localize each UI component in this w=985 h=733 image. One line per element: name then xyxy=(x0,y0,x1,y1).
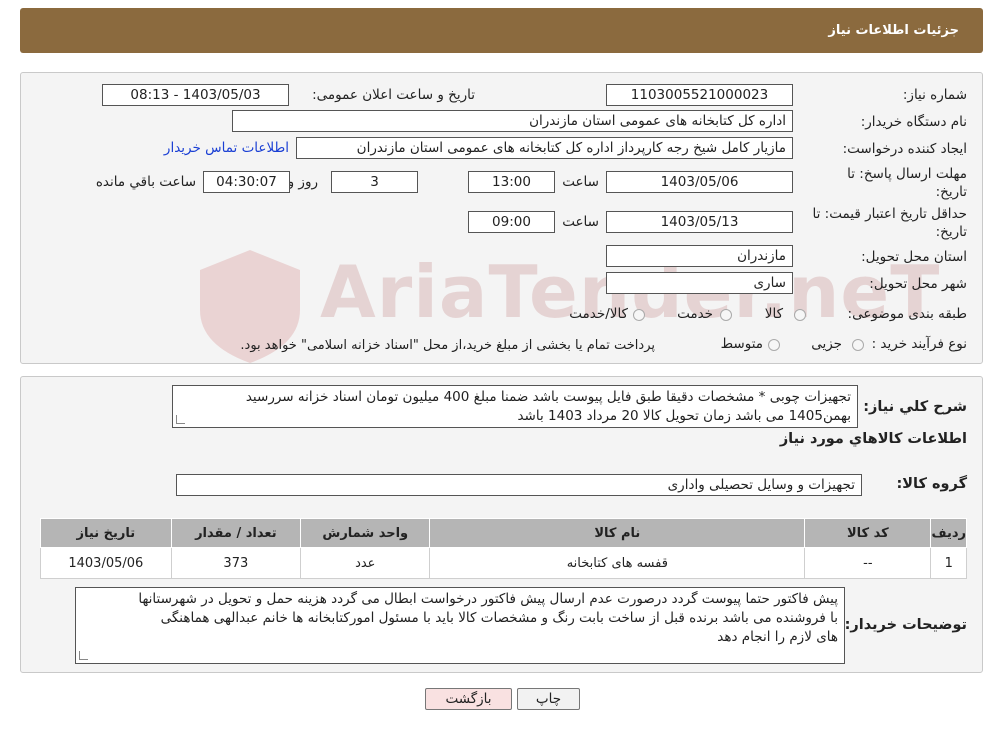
category-goods-label: کالا xyxy=(764,306,783,322)
days-remaining-field: 3 xyxy=(331,171,418,193)
remaining-time-label: ساعت باقي مانده xyxy=(95,174,196,190)
validity-label-1: حداقل تاریخ اعتبار قیمت: تا xyxy=(812,206,967,222)
deadline-date-field: 1403/05/06 xyxy=(606,171,793,193)
treasury-note: پرداخت تمام یا بخشی از مبلغ خرید،از محل … xyxy=(240,338,655,353)
purchase-minor-label: جزیی xyxy=(811,336,842,352)
category-service-radio[interactable] xyxy=(720,309,732,321)
cell-need-date: 1403/05/06 xyxy=(40,547,172,579)
category-goods-service-radio[interactable] xyxy=(633,309,645,321)
cell-unit: عدد xyxy=(300,547,431,579)
summary-line-2: بهمن1405 می باشد زمان تحویل کالا 20 مردا… xyxy=(517,408,851,424)
col-item-code: کد کالا xyxy=(804,518,932,548)
deadline-label-2: تاریخ: xyxy=(935,184,967,200)
category-goods-service-label: کالا/خدمت xyxy=(569,306,628,322)
remaining-time-field: 04:30:07 xyxy=(203,171,290,193)
category-goods-radio[interactable] xyxy=(794,309,806,321)
summary-line-1: تجهیزات چوبی * مشخصات دقیقا طبق فایل پیو… xyxy=(245,389,851,405)
cell-quantity: 373 xyxy=(170,547,302,579)
category-service-label: خدمت xyxy=(677,306,713,322)
buyer-notes-line-3: های لازم را انجام دهد xyxy=(717,629,838,645)
purchase-minor-radio[interactable] xyxy=(852,339,864,351)
creator-label: ایجاد کننده درخواست: xyxy=(842,141,967,157)
back-button[interactable]: بازگشت xyxy=(425,688,512,710)
purchase-medium-radio[interactable] xyxy=(768,339,780,351)
page-title: جزئیات اطلاعات نیاز xyxy=(828,23,959,38)
validity-date-field: 1403/05/13 xyxy=(606,211,793,233)
items-table-header-row: رديف کد کالا نام کالا واحد شمارش تعداد /… xyxy=(40,518,967,548)
province-label: استان محل تحویل: xyxy=(861,249,967,265)
col-row-number: رديف xyxy=(930,518,967,548)
buyer-contact-link[interactable]: اطلاعات تماس خریدار xyxy=(164,140,289,156)
resize-grip-icon[interactable] xyxy=(79,651,88,660)
announce-datetime-field: 1403/05/03 - 08:13 xyxy=(102,84,289,106)
cell-item-name: قفسه های کتابخانه xyxy=(429,547,806,579)
validity-time-field: 09:00 xyxy=(468,211,555,233)
category-label: طبقه بندی موضوعی: xyxy=(847,306,967,322)
cell-item-code: -- xyxy=(804,547,932,579)
goods-group-field: تجهیزات و وسایل تحصیلی واداری xyxy=(176,474,862,496)
col-item-name: نام کالا xyxy=(429,518,806,548)
creator-field: مازیار کامل شیخ رجه کارپرداز اداره کل کت… xyxy=(296,137,793,159)
table-row: 1 -- قفسه های کتابخانه عدد 373 1403/05/0… xyxy=(40,547,967,579)
announce-datetime-label: تاریخ و ساعت اعلان عمومی: xyxy=(312,87,475,103)
buyer-notes-textarea[interactable]: پیش فاکتور حتما پیوست گردد درصورت عدم ار… xyxy=(75,587,845,664)
page-header: جزئیات اطلاعات نیاز xyxy=(20,8,983,53)
resize-grip-icon[interactable] xyxy=(176,415,185,424)
col-quantity: تعداد / مقدار xyxy=(170,518,302,548)
print-button[interactable]: چاپ xyxy=(517,688,580,710)
buyer-org-label: نام دستگاه خریدار: xyxy=(860,114,967,130)
deadline-time-field: 13:00 xyxy=(468,171,555,193)
items-table: رديف کد کالا نام کالا واحد شمارش تعداد /… xyxy=(40,518,967,579)
buyer-notes-line-1: پیش فاکتور حتما پیوست گردد درصورت عدم ار… xyxy=(138,591,838,607)
days-label: روز و xyxy=(287,174,318,190)
col-unit: واحد شمارش xyxy=(300,518,431,548)
need-number-label: شماره نیاز: xyxy=(902,87,967,103)
buyer-org-field: اداره کل کتابخانه های عمومی استان مازندر… xyxy=(232,110,793,132)
need-number-field: 1103005521000023 xyxy=(606,84,793,106)
city-label: شهر محل تحویل: xyxy=(869,276,967,292)
province-field: مازندران xyxy=(606,245,793,267)
deadline-label-1: مهلت ارسال پاسخ: تا xyxy=(847,166,967,182)
buyer-notes-line-2: با فروشنده می باشد برنده قبل از ساخت باب… xyxy=(160,610,838,626)
city-field: ساری xyxy=(606,272,793,294)
summary-textarea[interactable]: تجهیزات چوبی * مشخصات دقیقا طبق فایل پیو… xyxy=(172,385,858,428)
validity-time-label: ساعت xyxy=(562,214,599,230)
purchase-type-label: نوع فرآیند خرید : xyxy=(871,336,967,352)
col-need-date: تاريخ نياز xyxy=(40,518,172,548)
goods-info-title: اطلاعات کالاهاي مورد نياز xyxy=(779,431,967,447)
goods-group-label: گروه کالا: xyxy=(896,476,967,492)
validity-label-2: تاریخ: xyxy=(935,224,967,240)
purchase-medium-label: متوسط xyxy=(720,336,763,352)
summary-label: شرح کلي نياز: xyxy=(863,399,967,415)
deadline-time-label: ساعت xyxy=(562,174,599,190)
cell-row-number: 1 xyxy=(930,547,967,579)
buyer-notes-label: توضیحات خریدار: xyxy=(844,617,967,633)
